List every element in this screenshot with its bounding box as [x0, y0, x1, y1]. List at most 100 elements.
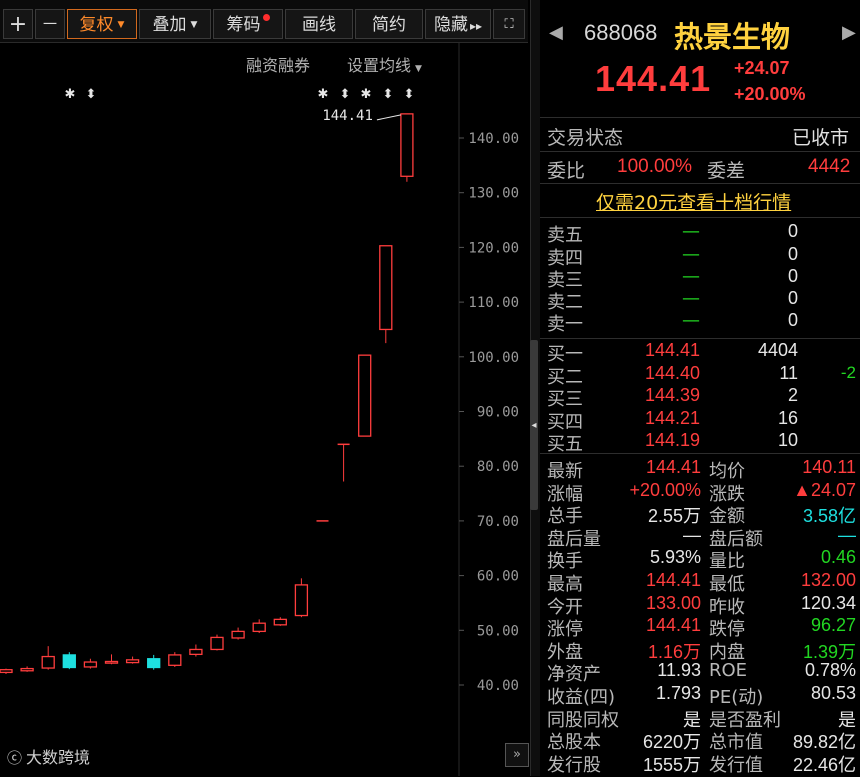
candle-body [273, 618, 287, 626]
candle-body [168, 654, 182, 666]
sell-level-price: — [682, 288, 700, 309]
stat-value: 0.78% [804, 660, 856, 681]
margin-trading-link[interactable]: 融资融券 [246, 52, 310, 76]
chips-button[interactable]: 筹码 [213, 9, 283, 39]
divider [540, 453, 860, 454]
candle-body [147, 658, 161, 669]
y-tick-label: 140.00 [468, 131, 519, 147]
stat-value: 1.793 [655, 683, 701, 703]
event-marker-icon: ✱ [65, 87, 76, 102]
stock-code: 688068 [584, 20, 658, 45]
watermark-logo-icon: ⓒ [7, 749, 23, 767]
buy-level-volume: 4404 [757, 340, 798, 360]
stat-value: 5.93% [649, 547, 701, 568]
high-price-label: 144.41 [322, 108, 373, 124]
y-tick-label: 60.00 [477, 569, 519, 585]
status-label: 交易状态 [547, 127, 624, 149]
stat-label: 发行股 [547, 754, 601, 776]
event-marker-icon: ⬍ [86, 87, 97, 102]
y-tick-label: 100.00 [468, 350, 519, 366]
zoom-out-button[interactable]: 一 [35, 9, 65, 39]
candle-body [400, 113, 414, 177]
y-tick-label: 110.00 [468, 295, 519, 311]
buy-level-price: 144.21 [644, 408, 700, 428]
level2-promo-link[interactable]: 仅需20元查看十档行情 [596, 188, 791, 215]
event-marker-icon: ⬍ [340, 87, 351, 102]
candle-body [104, 660, 119, 664]
divider [540, 217, 860, 218]
event-marker-icon: ⬍ [404, 87, 415, 102]
prev-stock-icon[interactable]: ◀ [549, 22, 563, 43]
stat-value: 11.93 [657, 660, 701, 681]
stat-value: 1555万 [642, 754, 701, 775]
stat-label: ROE [709, 660, 748, 682]
overlay-label: 叠加 [152, 15, 187, 35]
candle-body [62, 654, 76, 669]
stat-value: 22.46亿 [792, 754, 856, 775]
buy-level-change: -2 [840, 363, 856, 382]
fullscreen-icon: ⛶ [504, 17, 514, 32]
y-tick-label: 70.00 [477, 514, 519, 530]
stat-value: 144.41 [645, 570, 701, 590]
event-marker-icon: ⬍ [383, 87, 394, 102]
hide-button[interactable]: 隐藏 ▸▸ [425, 9, 491, 39]
divider [540, 183, 860, 184]
draw-line-button[interactable]: 画线 [285, 9, 353, 39]
stock-name: 热景生物 [674, 20, 791, 54]
hide-label: 隐藏 [433, 15, 468, 35]
chart-toolbar: + 一 复权 ▼ 叠加 ▼ 筹码 画线 简约 隐藏 ▸▸ ⛶ [0, 0, 528, 43]
stat-value: 120.34 [800, 592, 856, 613]
collapse-arrow-icon[interactable]: ◂ [530, 420, 538, 431]
fullscreen-button[interactable]: ⛶ [493, 9, 525, 39]
stat-value: 132.00 [800, 570, 856, 590]
simple-mode-button[interactable]: 简约 [355, 9, 423, 39]
stat-value: 96.27 [810, 615, 856, 636]
candle-body [252, 622, 266, 633]
event-marker-icon: ✱ [361, 87, 372, 102]
stat-value: ▲24.07 [793, 479, 856, 500]
divider [540, 338, 860, 339]
fuquan-dropdown[interactable]: 复权 ▼ [67, 9, 137, 39]
y-tick-label: 50.00 [477, 623, 519, 639]
chevron-down-icon: ▼ [415, 64, 422, 74]
expand-button[interactable]: » [505, 743, 529, 767]
sell-level-volume: 0 [787, 244, 798, 264]
weicha-label: 委差 [707, 160, 746, 182]
stat-value: +20.00% [629, 479, 701, 500]
sell-level-price: — [682, 266, 700, 287]
chevron-down-icon: ▼ [117, 20, 125, 30]
weicha-value: 4442 [808, 156, 851, 177]
stat-value: 144.41 [645, 457, 701, 477]
ma-settings-label: 设置均线 [347, 56, 412, 75]
watermark: ⓒ 大数跨境 [7, 744, 90, 768]
stat-value: 144.41 [645, 615, 701, 636]
stat-value: 0.46 [820, 547, 856, 568]
buy-level-price: 144.41 [644, 340, 700, 360]
candle-body [125, 659, 140, 664]
sell-level-volume: 0 [787, 288, 798, 308]
candle-body [294, 584, 309, 617]
divider [540, 117, 860, 118]
kline-chart[interactable]: 140.00 130.00 120.00 110.00 100.00 90.00 80.00… [0, 42, 528, 776]
candle-body [358, 354, 372, 437]
candle-body [0, 669, 13, 674]
price-change: +24.07 [734, 58, 790, 78]
ma-settings-dropdown[interactable]: 设置均线 ▼ [347, 52, 422, 76]
y-tick-label: 130.00 [468, 186, 519, 202]
stat-value: 80.53 [810, 683, 856, 703]
candle-body [41, 655, 55, 669]
weibi-label: 委比 [547, 160, 586, 182]
overlay-dropdown[interactable]: 叠加 ▼ [139, 9, 211, 39]
status-value: 已收市 [792, 127, 850, 149]
double-chevron-right-icon: » [513, 747, 521, 762]
stat-value: 133.00 [645, 592, 701, 613]
zoom-in-button[interactable]: + [3, 9, 33, 39]
next-stock-icon[interactable]: ▶ [842, 22, 856, 43]
chevron-down-icon: ▼ [190, 20, 198, 30]
notification-dot-icon [262, 14, 270, 21]
event-marker-icon: ✱ [318, 87, 329, 102]
buy-level-volume: 16 [777, 408, 798, 428]
fuquan-label: 复权 [79, 15, 114, 35]
candle-body [231, 630, 245, 639]
buy-level-volume: 11 [779, 363, 798, 383]
